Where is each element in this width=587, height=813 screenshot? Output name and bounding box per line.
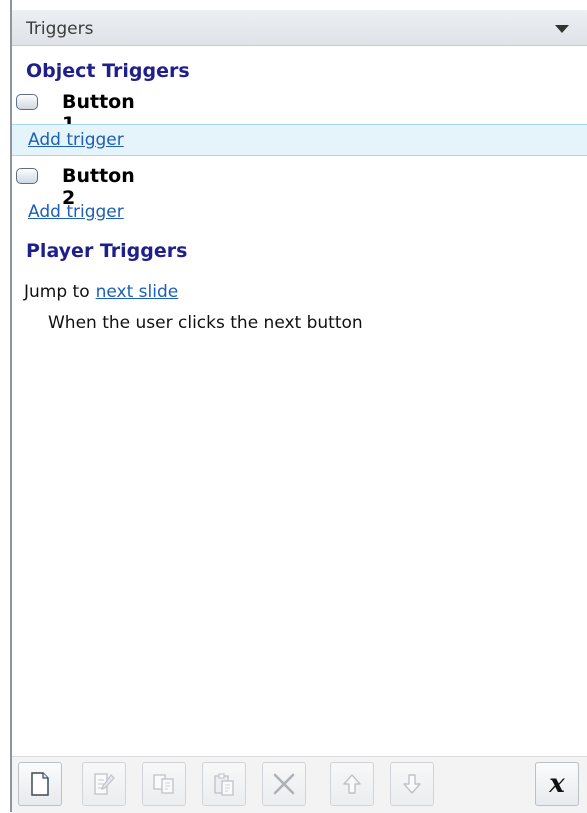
trigger-action-text: Jump to	[24, 282, 90, 302]
panel-header[interactable]: Triggers	[12, 10, 587, 46]
manage-variables-button[interactable]: x	[535, 762, 579, 806]
dropdown-arrow-icon[interactable]	[555, 25, 569, 33]
delete-trigger-button[interactable]	[262, 762, 306, 806]
copy-trigger-button[interactable]	[142, 762, 186, 806]
panel-left-border	[10, 0, 12, 812]
new-trigger-icon	[31, 772, 49, 796]
move-up-button[interactable]	[330, 762, 374, 806]
trigger-condition-text: When the user clicks the next button	[48, 313, 363, 333]
panel-title: Triggers	[26, 19, 94, 39]
move-down-button[interactable]	[390, 762, 434, 806]
add-trigger-link-button-1[interactable]: Add trigger	[28, 130, 124, 150]
edit-trigger-icon	[94, 773, 115, 795]
copy-trigger-icon	[153, 774, 174, 794]
add-trigger-link-button-2[interactable]: Add trigger	[28, 202, 124, 222]
player-triggers-heading: Player Triggers	[26, 240, 188, 262]
player-trigger-item[interactable]: Jump to next slide	[24, 282, 178, 302]
new-trigger-button[interactable]	[18, 762, 62, 806]
trigger-target-link[interactable]: next slide	[96, 282, 179, 302]
move-up-icon	[343, 774, 361, 794]
variables-icon: x	[549, 769, 565, 799]
triggers-toolbar: x	[12, 756, 587, 813]
button-object-icon	[16, 94, 38, 110]
paste-trigger-button[interactable]	[202, 762, 246, 806]
paste-trigger-icon	[214, 773, 234, 796]
button-object-icon	[16, 168, 38, 184]
delete-trigger-icon	[273, 773, 295, 795]
object-triggers-heading: Object Triggers	[26, 60, 190, 82]
edit-trigger-button[interactable]	[82, 762, 126, 806]
move-down-icon	[403, 774, 421, 794]
